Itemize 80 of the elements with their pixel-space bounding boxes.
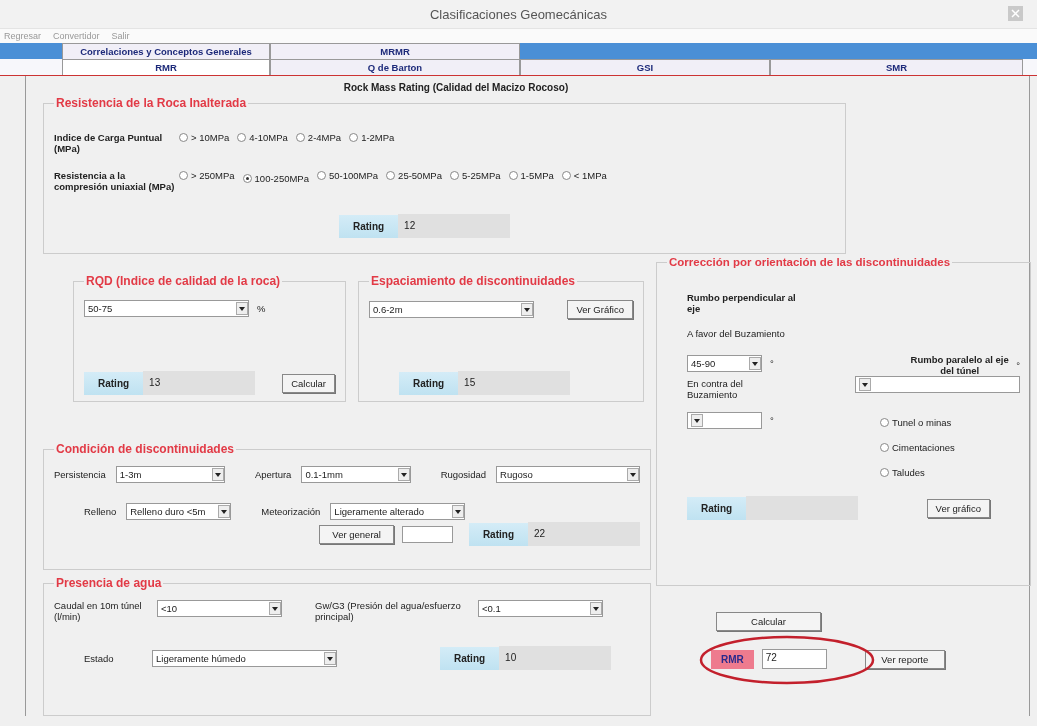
rating-label: Rating: [339, 214, 399, 238]
field-label: Estado: [84, 652, 115, 664]
group-title: Condición de discontinuidades: [55, 442, 235, 456]
field-label: Apertura: [254, 469, 292, 480]
field-label: Indice de Carga Puntual (MPa): [54, 132, 164, 154]
radio-option[interactable]: > 250MPa: [179, 170, 235, 181]
view-chart-button[interactable]: Ver Gráfico: [567, 300, 633, 319]
page-heading: Rock Mass Rating (Calidad del Macizo Rocoso): [343, 82, 569, 93]
rating-label: Rating: [687, 496, 747, 520]
dropdown[interactable]: <10: [157, 600, 282, 617]
field-label: Rugosidad: [440, 469, 487, 480]
rating-label: Rating: [468, 522, 528, 546]
radio-option[interactable]: Tunel o minas: [880, 417, 1012, 428]
field-label: Rumbo perpendicular al eje: [687, 292, 797, 314]
dropdown[interactable]: 0.1-1mm: [301, 466, 411, 483]
dropdown[interactable]: [687, 412, 762, 429]
rating-label: Rating: [399, 371, 459, 395]
dropdown[interactable]: Ligeramente húmedo: [152, 649, 337, 667]
view-general-button[interactable]: Ver general: [319, 524, 395, 544]
unit-label: %: [257, 303, 266, 314]
radio-option[interactable]: 50-100MPa: [317, 170, 379, 181]
field-label: Meteorización: [261, 506, 321, 517]
radio-option[interactable]: > 10MPa: [179, 132, 230, 143]
calculate-button[interactable]: Calcular: [716, 612, 821, 631]
view-report-button[interactable]: Ver reporte: [864, 649, 945, 669]
tab[interactable]: GSI: [520, 59, 770, 75]
view-chart-button[interactable]: Ver gráfico: [926, 498, 990, 518]
dropdown[interactable]: 0.6-2m: [369, 301, 534, 318]
radio-option[interactable]: 2-4MPa: [295, 132, 342, 143]
field-label: Persistencia: [54, 469, 106, 480]
tab[interactable]: MRMR: [270, 43, 520, 59]
field-label: En contra del Buzamiento: [687, 378, 744, 400]
radio-option[interactable]: Taludes: [880, 467, 1012, 478]
group-title: Presencia de agua: [55, 576, 163, 590]
tab[interactable]: SMR: [770, 59, 1023, 75]
radio-option[interactable]: 1-2MPa: [349, 132, 395, 143]
result-label: RMR: [711, 649, 754, 669]
field-label: Resistencia a la compresión uniaxial (MPa): [54, 170, 176, 192]
rating-field: 22: [528, 522, 640, 546]
radio-option[interactable]: 100-250MPa: [242, 173, 309, 184]
field-label: Rumbo paralelo al eje del túnel: [909, 354, 1010, 376]
radio-option[interactable]: 4-10MPa: [237, 132, 288, 143]
rating-field: 10: [499, 646, 612, 670]
field-label: Relleno: [84, 506, 117, 517]
rating-field: 12: [398, 214, 511, 238]
rating-field: 13: [143, 371, 256, 395]
dropdown[interactable]: Ligeramente alterado: [330, 503, 466, 520]
window-title: Clasificaciones Geomecánicas: [430, 6, 607, 22]
field-label: Caudal en 10m túnel (l/min): [54, 600, 143, 622]
radio-option[interactable]: 5-25MPa: [449, 170, 501, 181]
dropdown[interactable]: <0.1: [478, 600, 603, 617]
rating-label: Rating: [440, 646, 500, 670]
radio-option[interactable]: < 1MPa: [561, 170, 607, 181]
field-label: Gw/G3 (Presión del agua/esfuerzo principal): [315, 600, 462, 622]
radio-option[interactable]: Cimentaciones: [880, 442, 1012, 453]
result-field[interactable]: 72: [761, 649, 827, 669]
text-field[interactable]: [402, 525, 453, 543]
radio-option[interactable]: 25-50MPa: [386, 170, 442, 181]
group-title: RQD (Indice de calidad de la roca): [85, 274, 282, 288]
tab[interactable]: Correlaciones y Conceptos Generales: [62, 43, 270, 59]
group-title: Corrección por orientación de las discontinuidades: [668, 256, 952, 268]
unit-label: °: [770, 415, 774, 426]
tab[interactable]: Q de Barton: [270, 59, 520, 75]
tab[interactable]: RMR: [62, 59, 270, 75]
dropdown[interactable]: 1-3m: [115, 466, 225, 483]
field-label: A favor del Buzamiento: [687, 328, 786, 339]
dropdown[interactable]: [855, 376, 1020, 393]
dropdown[interactable]: Relleno duro <5m: [126, 503, 232, 520]
unit-label: °: [770, 358, 774, 369]
group-title: Espaciamiento de discontinuidades: [370, 274, 577, 288]
dropdown[interactable]: Rugoso: [496, 466, 640, 483]
rating-label: Rating: [84, 371, 144, 395]
unit-label: °: [1016, 359, 1020, 371]
dropdown[interactable]: 50-75: [84, 300, 249, 317]
calculate-button[interactable]: Calcular: [282, 373, 335, 393]
rating-field: 15: [458, 371, 571, 395]
radio-option[interactable]: 1-5MPa: [508, 170, 554, 181]
dropdown[interactable]: 45-90: [687, 355, 762, 372]
group-title: Resistencia de la Roca Inalterada: [55, 96, 248, 110]
close-icon[interactable]: [1008, 6, 1023, 21]
